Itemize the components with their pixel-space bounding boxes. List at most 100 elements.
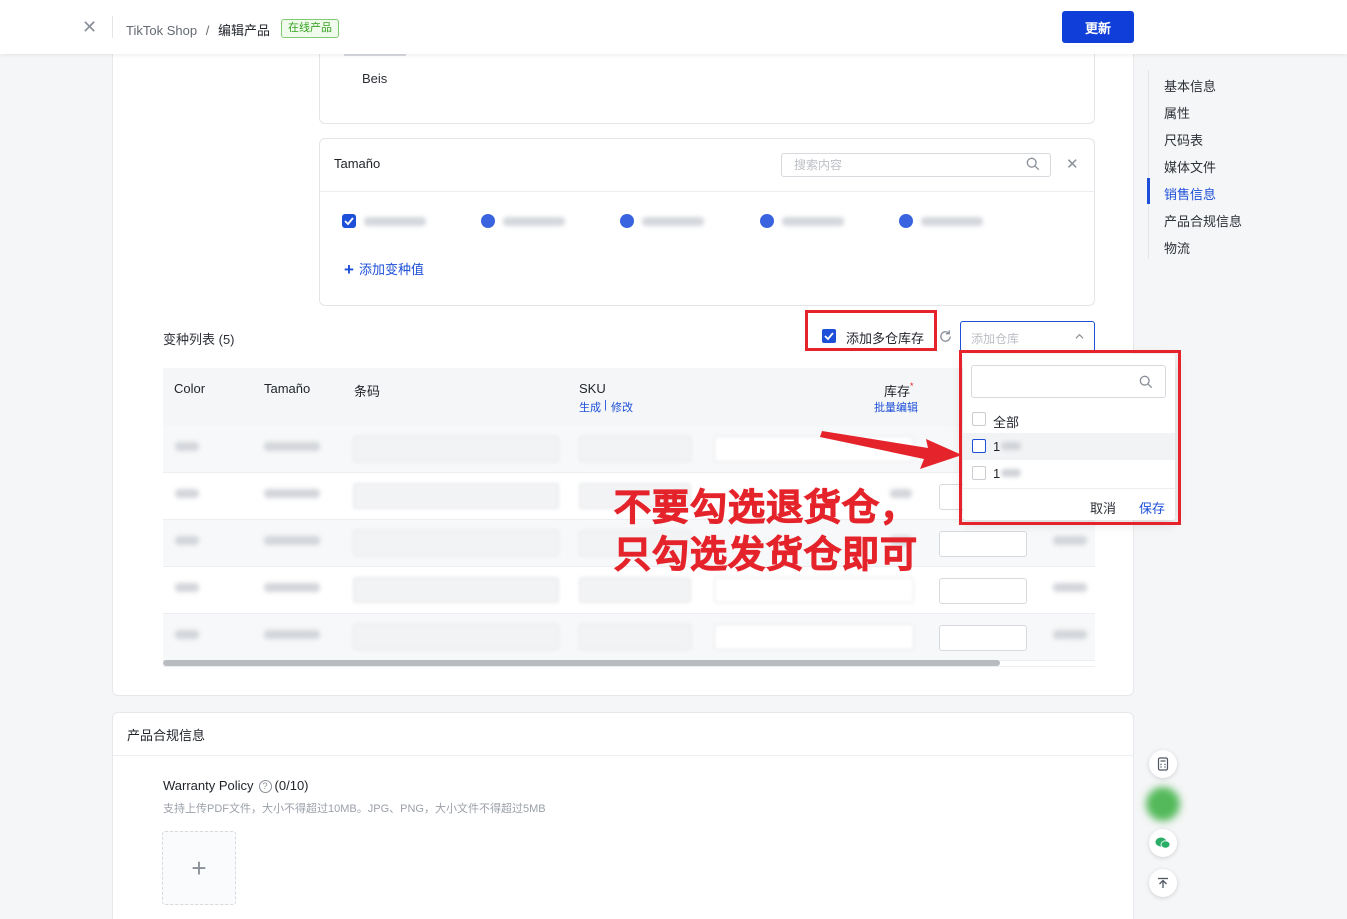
col-sku: SKU bbox=[579, 381, 606, 396]
breadcrumb-current-page: 编辑产品 bbox=[217, 23, 270, 38]
warranty-policy-label: Warranty Policy? (0/10) bbox=[163, 778, 309, 793]
sku-edit-link[interactable]: 修改 bbox=[611, 399, 633, 415]
blurred-size-label bbox=[642, 217, 704, 226]
size-section-title: Tamaño bbox=[334, 156, 381, 171]
nav-item-media[interactable]: 媒体文件 bbox=[1164, 157, 1216, 176]
blurred-cell bbox=[175, 630, 199, 639]
sku-generate-link[interactable]: 生成 bbox=[579, 399, 601, 415]
chat-support-icon[interactable] bbox=[1146, 787, 1180, 821]
nav-item-basic-info[interactable]: 基本信息 bbox=[1164, 76, 1216, 95]
blurred-cell bbox=[175, 489, 199, 498]
calculator-icon[interactable] bbox=[1149, 750, 1177, 778]
blurred-size-label bbox=[503, 217, 565, 226]
col-color: Color bbox=[174, 381, 206, 396]
checkbox-checked[interactable] bbox=[481, 214, 495, 228]
blurred-size-label bbox=[364, 217, 426, 226]
blurred-cell bbox=[1053, 583, 1087, 592]
col-stock: 库存* bbox=[884, 381, 914, 400]
blurred-size-label bbox=[921, 217, 983, 226]
divider bbox=[113, 755, 1133, 756]
nav-active-indicator bbox=[1147, 178, 1150, 204]
blurred-cell bbox=[264, 442, 320, 451]
sku-input[interactable] bbox=[579, 577, 691, 603]
warehouse-stock-input[interactable] bbox=[939, 531, 1027, 557]
nav-item-logistics[interactable]: 物流 bbox=[1164, 238, 1190, 257]
stock-input[interactable] bbox=[714, 577, 914, 603]
table-row bbox=[163, 614, 1095, 661]
sku-divider: | bbox=[604, 399, 607, 411]
barcode-input[interactable] bbox=[353, 577, 559, 603]
upload-button[interactable]: + bbox=[162, 831, 236, 905]
stock-input[interactable] bbox=[714, 624, 914, 650]
blurred-cell bbox=[264, 536, 320, 545]
barcode-input[interactable] bbox=[353, 436, 559, 462]
size-variant-box: Tamaño 搜索内容 ✕ + 添加变种值 bbox=[319, 138, 1095, 306]
help-icon[interactable]: ? bbox=[258, 780, 272, 793]
breadcrumb: TikTok Shop / 编辑产品 bbox=[126, 20, 270, 39]
chevron-up-icon bbox=[1075, 333, 1084, 339]
add-variant-label: 添加变种值 bbox=[358, 262, 424, 277]
barcode-input[interactable] bbox=[353, 624, 559, 650]
col-stock-label: 库存 bbox=[884, 384, 911, 399]
color-variant-box: Beis bbox=[319, 54, 1095, 124]
size-search-placeholder: 搜索内容 bbox=[794, 158, 843, 172]
stock-bulk-edit-link[interactable]: 批量编辑 bbox=[874, 399, 918, 415]
size-search-input[interactable]: 搜索内容 bbox=[781, 153, 1051, 177]
breadcrumb-separator: / bbox=[205, 23, 210, 38]
wechat-icon[interactable] bbox=[1149, 829, 1177, 857]
warranty-hint: 支持上传PDF文件，大小不得超过10MB。JPG、PNG，大小文件不得超过5MB bbox=[163, 803, 546, 815]
nav-item-sales-info[interactable]: 销售信息 bbox=[1164, 184, 1216, 203]
sku-input[interactable] bbox=[579, 624, 691, 650]
plus-icon: + bbox=[191, 853, 207, 883]
back-to-top-icon[interactable] bbox=[1149, 869, 1177, 897]
remove-size-icon[interactable]: ✕ bbox=[1066, 155, 1079, 173]
barcode-input[interactable] bbox=[353, 483, 559, 509]
annotation-line-2: 只勾选发货仓即可 bbox=[614, 533, 918, 577]
annotation-arrow-icon bbox=[820, 431, 962, 469]
blurred-cell bbox=[175, 442, 199, 451]
checkbox-checked[interactable] bbox=[342, 214, 356, 228]
blurred-cell bbox=[175, 583, 199, 592]
status-badge: 在线产品 bbox=[281, 19, 339, 38]
blurred-cell bbox=[175, 536, 199, 545]
highlight-box bbox=[805, 310, 937, 351]
blurred-size-label bbox=[782, 217, 844, 226]
blurred-cell bbox=[1053, 630, 1087, 639]
highlight-box bbox=[959, 350, 1181, 525]
checkbox-checked[interactable] bbox=[620, 214, 634, 228]
blurred-cell bbox=[264, 583, 320, 592]
color-tab-indicator bbox=[344, 54, 406, 56]
compliance-title: 产品合规信息 bbox=[127, 728, 206, 743]
breadcrumb-shop[interactable]: TikTok Shop bbox=[126, 23, 197, 38]
search-icon bbox=[1026, 157, 1040, 171]
nav-item-attributes[interactable]: 属性 bbox=[1164, 103, 1190, 122]
annotation-text: 不要勾选退货仓， 只勾选发货仓即可 bbox=[614, 484, 918, 578]
sku-input[interactable] bbox=[579, 436, 691, 462]
plus-icon: + bbox=[344, 260, 354, 279]
nav-item-compliance[interactable]: 产品合规信息 bbox=[1164, 211, 1242, 230]
close-icon[interactable]: ✕ bbox=[82, 17, 97, 38]
add-variant-value-button[interactable]: + 添加变种值 bbox=[344, 259, 424, 280]
scrollbar-track bbox=[163, 666, 1095, 667]
warranty-label-text: Warranty Policy bbox=[163, 778, 254, 793]
checkbox-checked[interactable] bbox=[899, 214, 913, 228]
annotation-line-1: 不要勾选退货仓， bbox=[614, 486, 918, 530]
refresh-icon[interactable] bbox=[938, 329, 953, 344]
blurred-cell bbox=[264, 489, 320, 498]
divider bbox=[320, 191, 1094, 192]
variant-list-title: 变种列表 (5) bbox=[163, 332, 235, 347]
warehouse-stock-input[interactable] bbox=[939, 625, 1027, 651]
required-mark: * bbox=[910, 381, 914, 391]
barcode-input[interactable] bbox=[353, 530, 559, 556]
warehouse-select[interactable]: 添加仓库 bbox=[960, 321, 1095, 352]
warehouse-stock-input[interactable] bbox=[939, 578, 1027, 604]
checkbox-checked[interactable] bbox=[760, 214, 774, 228]
nav-item-size-chart[interactable]: 尺码表 bbox=[1164, 130, 1203, 149]
col-size: Tamaño bbox=[264, 381, 311, 396]
nav-track bbox=[1148, 70, 1149, 259]
top-bar: ✕ TikTok Shop / 编辑产品 在线产品 更新 bbox=[0, 0, 1347, 54]
color-value: Beis bbox=[362, 71, 388, 86]
update-button[interactable]: 更新 bbox=[1062, 11, 1134, 43]
col-barcode: 条码 bbox=[354, 384, 381, 399]
variant-table-header: Color Tamaño 条码 SKU 生成 | 修改 库存* 批量编辑 bbox=[163, 368, 1095, 426]
